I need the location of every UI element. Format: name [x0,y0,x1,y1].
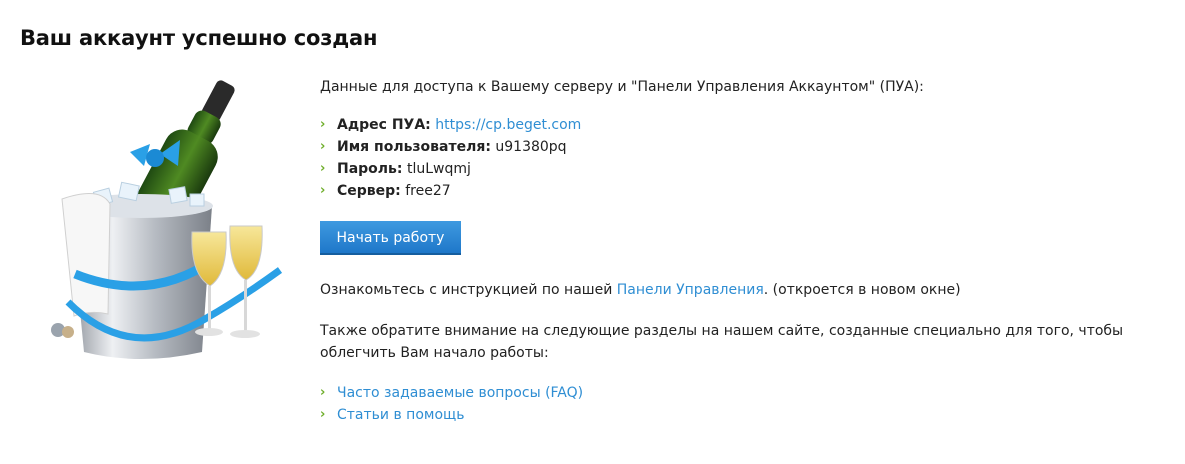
faq-link[interactable]: Часто задаваемые вопросы (FAQ) [337,385,583,401]
credential-item-cp-address: › Адрес ПУА: https://cp.beget.com [320,114,1170,136]
credential-item-server: › Сервер: free27 [320,180,1170,202]
control-panel-link[interactable]: Панели Управления [617,282,764,298]
page-title: Ваш аккаунт успешно создан [20,26,378,51]
chevron-right-icon: › [320,183,326,198]
credential-item-password: › Пароль: tluLwqmj [320,158,1170,180]
champagne-bucket-icon [40,74,300,364]
chevron-right-icon: › [320,407,326,422]
instructions-before: Ознакомьтесь с инструкцией по нашей [320,282,617,298]
credential-label: Адрес ПУА: [337,117,431,133]
credential-value: free27 [405,183,451,199]
chevron-right-icon: › [320,139,326,154]
credential-label: Пароль: [337,161,403,177]
chevron-right-icon: › [320,161,326,176]
instructions-text: Ознакомьтесь с инструкцией по нашей Пане… [320,279,1170,301]
help-links-list: › Часто задаваемые вопросы (FAQ) › Стать… [320,382,1170,426]
cp-address-link[interactable]: https://cp.beget.com [435,117,581,133]
intro-text: Данные для доступа к Вашему серверу и "П… [320,79,924,95]
help-link-item: › Часто задаваемые вопросы (FAQ) [320,382,1170,404]
credentials-list: › Адрес ПУА: https://cp.beget.com › Имя … [320,114,1170,202]
account-info: Данные для доступа к Вашему серверу и "П… [320,76,1170,426]
help-articles-link[interactable]: Статьи в помощь [337,407,464,423]
chevron-right-icon: › [320,117,326,132]
instructions-after: . (откроется в новом окне) [763,282,961,298]
sections-text: Также обратите внимание на следующие раз… [320,323,1124,361]
credential-value: tluLwqmj [406,161,471,177]
credential-label: Имя пользователя: [337,139,491,155]
chevron-right-icon: › [320,385,326,400]
credential-item-username: › Имя пользователя: u91380pq [320,136,1170,158]
help-link-item: › Статьи в помощь [320,404,1170,426]
credential-label: Сервер: [337,183,401,199]
start-work-button[interactable]: Начать работу [320,221,461,255]
credential-value: u91380pq [495,139,567,155]
